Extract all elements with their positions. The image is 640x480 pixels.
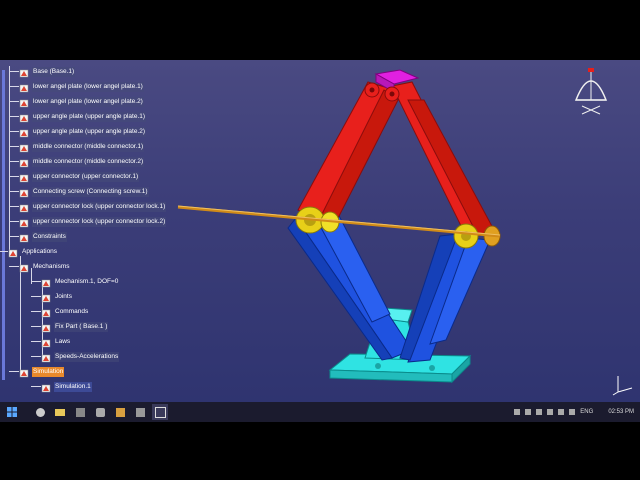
product-icon (19, 156, 30, 168)
tree-item-product-label: lower angel plate (lower angel plate.2) (32, 96, 144, 107)
tree-item-joints-label: Joints (55, 292, 72, 300)
tree-item-product-label: upper angle plate (upper angle plate.2) (32, 126, 147, 137)
product-icon (19, 141, 30, 153)
tree-item-constraints[interactable]: Constraints (19, 230, 67, 243)
tree-item-commands-label: Commands (55, 307, 89, 315)
axis-icon (612, 374, 634, 396)
tree-item-speeds-accelerations[interactable]: Speeds-Accelerations (41, 350, 120, 363)
product-icon (19, 216, 30, 228)
tree-item-simulation[interactable]: Simulation (19, 365, 65, 378)
joints-icon (41, 291, 52, 303)
product-icon (19, 186, 30, 198)
taskbar-app-3[interactable] (72, 404, 88, 420)
tree-item-mechanisms-label: Mechanisms (33, 262, 70, 270)
tree-item-laws-label: Laws (55, 337, 71, 345)
tree-item-simulation-1-label: Simulation.1 (54, 381, 92, 392)
tree-item-simulation-label: Simulation (32, 366, 65, 377)
tree-item-product-label: upper angle plate (upper angle plate.1) (32, 111, 147, 122)
tree-item-product-label: upper connector lock (upper connector lo… (32, 216, 167, 227)
speeds-icon (41, 351, 52, 363)
taskbar-app-catia[interactable] (152, 404, 168, 420)
tree-item-product[interactable]: upper angle plate (upper angle plate.1) (19, 110, 147, 123)
tree-item-laws[interactable]: Laws (41, 335, 71, 348)
tree-item-product-label: Base (Base.1) (32, 66, 76, 77)
start-button[interactable] (4, 404, 20, 420)
taskbar-app-2[interactable] (52, 404, 68, 420)
app-icon (35, 407, 45, 417)
product-icon (19, 81, 30, 93)
app-icon (115, 407, 125, 417)
tray-icon[interactable] (547, 409, 554, 415)
windows-logo-icon (7, 407, 17, 417)
tree-item-product-label: middle connector (middle connector.1) (32, 141, 145, 152)
tree-item-mechanism-1-label: Mechanism.1, DOF=0 (55, 277, 119, 285)
simulation-1-icon (41, 381, 52, 393)
tree-item-product[interactable]: upper angle plate (upper angle plate.2) (19, 125, 147, 138)
folder-icon (55, 408, 65, 416)
tree-item-mechanism-1[interactable]: Mechanism.1, DOF=0 (41, 275, 119, 288)
tray-icon[interactable] (514, 409, 521, 415)
taskbar: ENG 02:53 PM (0, 402, 640, 422)
language-indicator[interactable]: ENG (580, 409, 593, 415)
tree-item-commands[interactable]: Commands (41, 305, 89, 318)
tree-item-product-label: Connecting screw (Connecting screw.1) (32, 186, 149, 197)
tray-icon[interactable] (536, 409, 543, 415)
tree-item-speeds-accelerations-label: Speeds-Accelerations (54, 351, 120, 362)
product-icon (19, 171, 30, 183)
tree-item-product-label: upper connector lock (upper connector lo… (32, 201, 167, 212)
tree-item-joints[interactable]: Joints (41, 290, 73, 303)
tray-icon[interactable] (569, 409, 576, 415)
tree-item-product[interactable]: Base (Base.1) (19, 65, 76, 78)
product-icon (19, 126, 30, 138)
tree-item-applications[interactable]: Applications (8, 245, 58, 258)
tree-item-product[interactable]: upper connector lock (upper connector lo… (19, 215, 167, 228)
product-icon (19, 66, 30, 78)
tree-item-product[interactable]: lower angel plate (lower angel plate.1) (19, 80, 144, 93)
mechanisms-icon (19, 261, 30, 273)
mechanism-icon (41, 276, 52, 288)
tree-item-applications-label: Applications (22, 247, 58, 255)
laws-icon (41, 336, 52, 348)
tray-icon[interactable] (525, 409, 532, 415)
compass-icon[interactable] (568, 66, 614, 116)
3d-viewport[interactable]: Base (Base.1) lower angel plate (lower an… (0, 60, 640, 402)
taskbar-app-1[interactable] (32, 404, 48, 420)
clock[interactable]: 02:53 PM (608, 409, 634, 415)
taskbar-app-6[interactable] (132, 404, 148, 420)
tree-item-product-label: upper connector (upper connector.1) (32, 171, 140, 182)
tree-item-product[interactable]: Connecting screw (Connecting screw.1) (19, 185, 149, 198)
simulation-icon (19, 366, 30, 378)
specification-tree[interactable]: Base (Base.1) lower angel plate (lower an… (0, 60, 200, 402)
tree-item-mechanisms[interactable]: Mechanisms (19, 260, 70, 273)
tree-item-product[interactable]: upper connector (upper connector.1) (19, 170, 140, 183)
tree-item-constraints-label: Constraints (32, 231, 67, 242)
tree-item-product[interactable]: middle connector (middle connector.1) (19, 140, 145, 153)
commands-icon (41, 306, 52, 318)
app-icon (135, 407, 145, 417)
fix-part-icon (41, 321, 52, 333)
app-icon (75, 407, 85, 417)
product-icon (19, 111, 30, 123)
product-icon (19, 201, 30, 213)
catia-icon (154, 406, 166, 418)
taskbar-app-4[interactable] (92, 404, 108, 420)
system-tray: ENG 02:53 PM (514, 402, 634, 422)
tree-item-product-label: middle connector (middle connector.2) (32, 156, 145, 167)
tree-item-product[interactable]: lower angel plate (lower angel plate.2) (19, 95, 144, 108)
tree-item-product[interactable]: upper connector lock (upper connector lo… (19, 200, 167, 213)
applications-icon (8, 246, 19, 258)
tree-item-fix-part[interactable]: Fix Part ( Base.1 ) (41, 320, 109, 333)
tree-item-product[interactable]: middle connector (middle connector.2) (19, 155, 145, 168)
tree-item-simulation-1[interactable]: Simulation.1 (41, 380, 92, 393)
tree-item-fix-part-label: Fix Part ( Base.1 ) (54, 321, 109, 332)
app-icon (95, 407, 105, 417)
product-icon (19, 96, 30, 108)
taskbar-app-5[interactable] (112, 404, 128, 420)
tree-item-product-label: lower angel plate (lower angel plate.1) (32, 81, 144, 92)
tray-icon[interactable] (558, 409, 565, 415)
constraints-icon (19, 231, 30, 243)
